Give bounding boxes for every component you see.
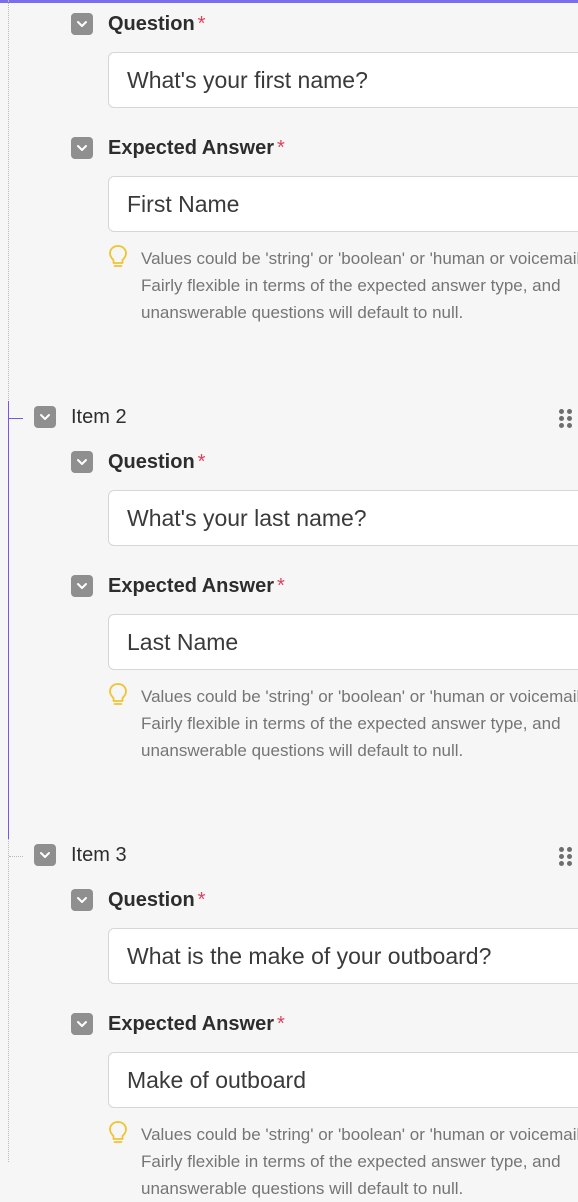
question-label: Question * [108,451,206,473]
drag-handle-icon[interactable] [559,409,572,428]
tree-connector-item-2 [9,418,23,419]
question-collapse-toggle[interactable] [71,889,93,911]
chevron-down-icon [77,21,87,27]
chevron-down-icon [40,852,50,858]
question-input[interactable]: What is the make of your outboard? [108,928,578,984]
expected-answer-collapse-toggle[interactable] [71,1013,93,1035]
required-marker: * [277,575,285,597]
item-3-title: Item 3 [71,844,127,866]
question-label: Question * [108,13,206,35]
required-marker: * [197,889,206,911]
hint-text: Values could be 'string' or 'boolean' or… [141,687,578,760]
chevron-down-icon [77,1021,87,1027]
drag-handle-icon[interactable] [559,847,572,866]
lightbulb-icon [109,245,127,267]
chevron-down-icon [77,583,87,589]
tree-guide-line-active [8,401,9,839]
expected-answer-label: Expected Answer * [108,1013,285,1035]
expected-answer-label: Expected Answer * [108,575,285,597]
chevron-down-icon [77,897,87,903]
lightbulb-icon [109,1121,127,1143]
question-collapse-toggle[interactable] [71,13,93,35]
required-marker: * [197,13,206,35]
question-input[interactable]: What's your last name? [108,490,578,546]
expected-answer-input[interactable]: First Name [108,176,578,232]
expected-answer-collapse-toggle[interactable] [71,575,93,597]
expected-answer-collapse-toggle[interactable] [71,137,93,159]
chevron-down-icon [77,145,87,151]
item-2-collapse-toggle[interactable] [34,406,56,428]
question-input[interactable]: What's your first name? [108,52,578,108]
question-label: Question * [108,889,206,911]
required-marker: * [277,137,285,159]
hint-text: Values could be 'string' or 'boolean' or… [141,249,578,322]
required-marker: * [277,1013,285,1035]
lightbulb-icon [109,683,127,705]
item-3-collapse-toggle[interactable] [34,844,56,866]
expected-answer-input[interactable]: Last Name [108,614,578,670]
item-2-title: Item 2 [71,406,127,428]
tree-connector-item-3 [9,856,23,857]
expected-answer-input[interactable]: Make of outboard [108,1052,578,1108]
expected-answer-label: Expected Answer * [108,137,285,159]
required-marker: * [197,451,206,473]
chevron-down-icon [40,414,50,420]
question-collapse-toggle[interactable] [71,451,93,473]
top-accent-bar [0,0,578,3]
chevron-down-icon [77,459,87,465]
